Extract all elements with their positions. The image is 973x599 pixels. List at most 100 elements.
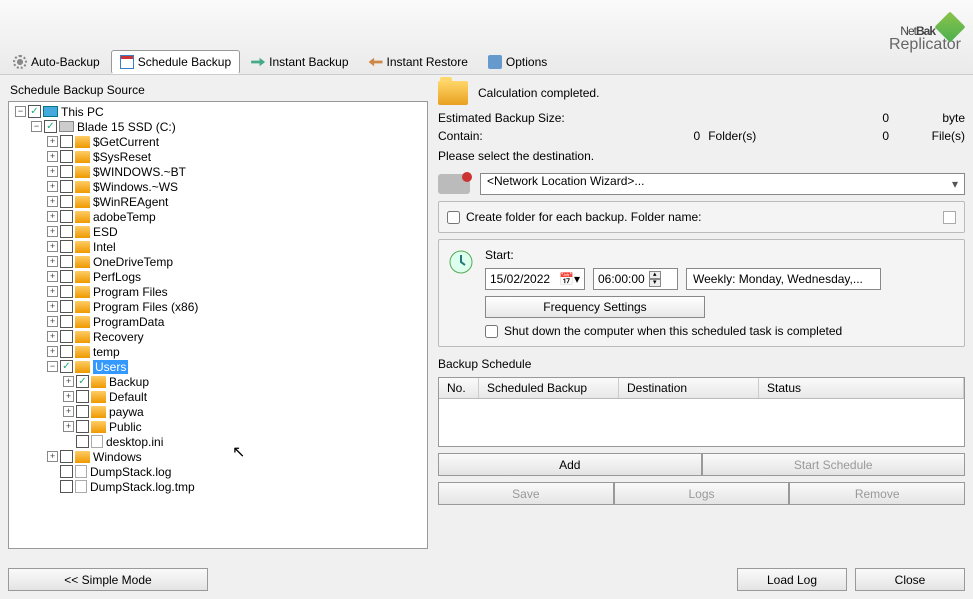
col-scheduled-backup[interactable]: Scheduled Backup	[479, 378, 619, 398]
tree-item[interactable]: +Windows	[11, 449, 425, 464]
expander-icon[interactable]: +	[63, 406, 74, 417]
tree-checkbox[interactable]	[60, 180, 73, 193]
tree-item[interactable]: +PerfLogs	[11, 269, 425, 284]
tree-item[interactable]: DumpStack.log	[11, 464, 425, 479]
expander-icon[interactable]: +	[63, 421, 74, 432]
tree-checkbox[interactable]	[60, 480, 73, 493]
tree-item[interactable]: DumpStack.log.tmp	[11, 479, 425, 494]
schedule-backup-tab[interactable]: Schedule Backup	[111, 50, 240, 74]
tree-checkbox[interactable]	[60, 330, 73, 343]
expander-icon[interactable]: −	[47, 361, 58, 372]
tree-checkbox[interactable]	[60, 315, 73, 328]
tree-item[interactable]: desktop.ini	[11, 434, 425, 449]
tree-item[interactable]: +$SysReset	[11, 149, 425, 164]
destination-combo[interactable]: <Network Location Wizard>...	[480, 173, 965, 195]
tree-checkbox[interactable]	[60, 240, 73, 253]
tree-item[interactable]: +Recovery	[11, 329, 425, 344]
options-tab[interactable]: Options	[479, 50, 556, 74]
frequency-settings-button[interactable]: Frequency Settings	[485, 296, 705, 318]
logs-button[interactable]: Logs	[614, 482, 790, 505]
tree-checkbox[interactable]	[60, 165, 73, 178]
expander-icon[interactable]: −	[31, 121, 42, 132]
tree-item[interactable]: +Backup	[11, 374, 425, 389]
expander-icon[interactable]: +	[47, 136, 58, 147]
tree-item[interactable]: +Program Files	[11, 284, 425, 299]
expander-icon[interactable]: +	[47, 211, 58, 222]
start-schedule-button[interactable]: Start Schedule	[702, 453, 966, 476]
tree-item[interactable]: +Program Files (x86)	[11, 299, 425, 314]
expander-icon[interactable]: +	[47, 346, 58, 357]
tree-checkbox[interactable]	[44, 120, 57, 133]
expander-icon[interactable]: +	[47, 316, 58, 327]
save-button[interactable]: Save	[438, 482, 614, 505]
schedule-table[interactable]: No. Scheduled Backup Destination Status	[438, 377, 965, 447]
simple-mode-button[interactable]: << Simple Mode	[8, 568, 208, 591]
shutdown-checkbox[interactable]	[485, 325, 498, 338]
expander-icon[interactable]: +	[47, 151, 58, 162]
expander-icon[interactable]: +	[63, 376, 74, 387]
tree-item[interactable]: +OneDriveTemp	[11, 254, 425, 269]
tree-checkbox[interactable]	[60, 300, 73, 313]
expander-icon[interactable]: +	[47, 241, 58, 252]
tree-checkbox[interactable]	[60, 450, 73, 463]
tree-checkbox[interactable]	[60, 225, 73, 238]
tree-checkbox[interactable]	[60, 465, 73, 478]
tree-item[interactable]: +$WinREAgent	[11, 194, 425, 209]
tree-checkbox[interactable]	[28, 105, 41, 118]
close-button[interactable]: Close	[855, 568, 965, 591]
tree-item[interactable]: +Public	[11, 419, 425, 434]
tree-checkbox[interactable]	[60, 135, 73, 148]
expander-icon[interactable]: +	[47, 181, 58, 192]
tree-checkbox[interactable]	[60, 285, 73, 298]
tree-item[interactable]: +adobeTemp	[11, 209, 425, 224]
tree-checkbox[interactable]	[76, 390, 89, 403]
tree-checkbox[interactable]	[60, 270, 73, 283]
instant-restore-tab[interactable]: Instant Restore	[360, 50, 477, 74]
expander-icon[interactable]: −	[15, 106, 26, 117]
tree-item[interactable]: +$Windows.~WS	[11, 179, 425, 194]
tree-checkbox[interactable]	[76, 405, 89, 418]
tree-drive[interactable]: −Blade 15 SSD (C:)	[11, 119, 425, 134]
tree-checkbox[interactable]	[60, 150, 73, 163]
tree-item[interactable]: +paywa	[11, 404, 425, 419]
tree-users[interactable]: −Users	[11, 359, 425, 374]
expander-icon[interactable]: +	[47, 301, 58, 312]
tree-checkbox[interactable]	[60, 195, 73, 208]
tree-root[interactable]: −This PC	[11, 104, 425, 119]
create-folder-checkbox[interactable]	[447, 211, 460, 224]
col-destination[interactable]: Destination	[619, 378, 759, 398]
col-status[interactable]: Status	[759, 378, 964, 398]
tree-item[interactable]: +Intel	[11, 239, 425, 254]
expander-icon[interactable]: +	[47, 196, 58, 207]
auto-backup-tab[interactable]: Auto-Backup	[4, 50, 109, 74]
tree-item[interactable]: +$WINDOWS.~BT	[11, 164, 425, 179]
tree-item[interactable]: +Default	[11, 389, 425, 404]
expander-icon[interactable]: +	[47, 226, 58, 237]
tree-item[interactable]: +ProgramData	[11, 314, 425, 329]
source-tree[interactable]: −This PC−Blade 15 SSD (C:)+$GetCurrent+$…	[8, 101, 428, 549]
load-log-button[interactable]: Load Log	[737, 568, 847, 591]
tree-item[interactable]: +$GetCurrent	[11, 134, 425, 149]
tree-checkbox[interactable]	[60, 345, 73, 358]
tree-item[interactable]: +temp	[11, 344, 425, 359]
remove-button[interactable]: Remove	[789, 482, 965, 505]
expander-icon[interactable]: +	[47, 451, 58, 462]
expander-icon[interactable]: +	[47, 256, 58, 267]
expander-icon[interactable]: +	[47, 271, 58, 282]
expander-icon[interactable]: +	[47, 166, 58, 177]
expander-icon[interactable]: +	[47, 331, 58, 342]
tree-checkbox[interactable]	[76, 420, 89, 433]
start-time-input[interactable]: 06:00:00▴▾	[593, 268, 678, 290]
time-up[interactable]: ▴	[649, 271, 661, 279]
tree-item[interactable]: +ESD	[11, 224, 425, 239]
start-date-input[interactable]: 15/02/2022📅▾	[485, 268, 585, 290]
tree-checkbox[interactable]	[76, 435, 89, 448]
time-down[interactable]: ▾	[649, 279, 661, 287]
tree-checkbox[interactable]	[60, 210, 73, 223]
folder-name-input[interactable]	[943, 211, 956, 224]
recurrence-display[interactable]: Weekly: Monday, Wednesday,...	[686, 268, 881, 290]
add-button[interactable]: Add	[438, 453, 702, 476]
expander-icon[interactable]: +	[47, 286, 58, 297]
col-no[interactable]: No.	[439, 378, 479, 398]
expander-icon[interactable]: +	[63, 391, 74, 402]
